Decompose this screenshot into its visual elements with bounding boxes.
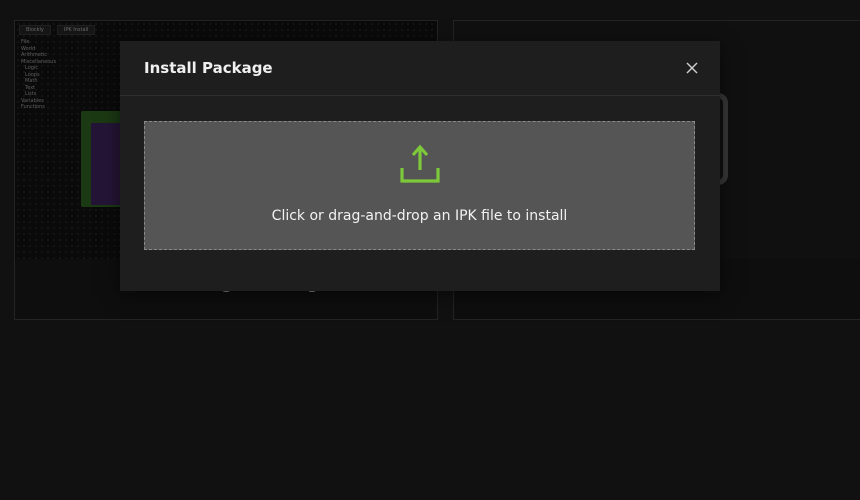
upload-icon bbox=[399, 144, 440, 183]
dropzone-instructions: Click or drag-and-drop an IPK file to in… bbox=[271, 208, 568, 224]
modal-header: Install Package bbox=[120, 41, 720, 96]
ipk-dropzone[interactable]: Click or drag-and-drop an IPK file to in… bbox=[144, 121, 695, 250]
close-icon bbox=[686, 62, 698, 74]
app-stage: Blockly IPK Install File World Arithmeti… bbox=[0, 0, 860, 500]
modal-title: Install Package bbox=[144, 59, 273, 77]
install-package-dialog: Install Package Click or drag-and-drop a… bbox=[120, 41, 720, 291]
close-button[interactable] bbox=[682, 58, 702, 78]
